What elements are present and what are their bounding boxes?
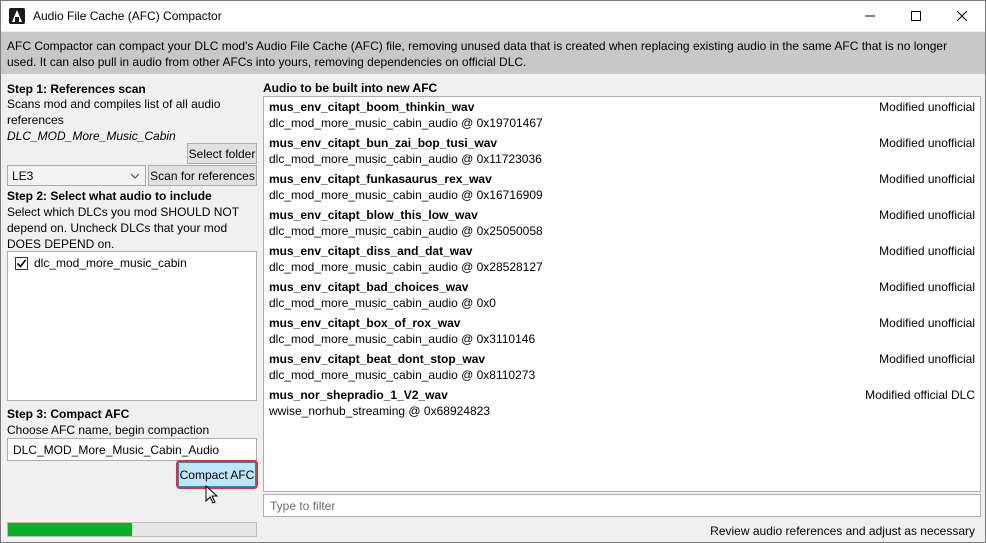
filter-input[interactable]: Type to filter — [263, 494, 981, 517]
status-text: Review audio references and adjust as ne… — [710, 524, 975, 538]
audio-list-heading: Audio to be built into new AFC — [263, 81, 438, 95]
chevron-down-icon — [131, 173, 139, 179]
audio-name: mus_env_citapt_bad_choices_wav — [269, 280, 469, 294]
step2-text: Select which DLCs you mod SHOULD NOT dep… — [7, 205, 239, 251]
maximize-icon — [911, 11, 921, 21]
dlc-name-label: dlc_mod_more_music_cabin — [34, 256, 187, 270]
dlc-checkbox[interactable] — [15, 256, 28, 270]
list-item[interactable]: mus_env_citapt_funkasaurus_rex_wav dlc_m… — [269, 169, 975, 205]
audio-status: Modified unofficial — [879, 280, 975, 294]
audio-reference: dlc_mod_more_music_cabin_audio @ 0x16716… — [269, 188, 543, 202]
audio-list[interactable]: mus_env_citapt_boom_thinkin_wav dlc_mod_… — [263, 96, 981, 492]
audio-status: Modified unofficial — [879, 172, 975, 186]
audio-name: mus_env_citapt_boom_thinkin_wav — [269, 100, 475, 114]
game-select-value: LE3 — [12, 168, 34, 183]
afc-name-input[interactable]: DLC_MOD_More_Music_Cabin_Audio — [7, 438, 257, 461]
mod-name-label: DLC_MOD_More_Music_Cabin — [7, 129, 176, 143]
audio-reference: dlc_mod_more_music_cabin_audio @ 0x11723… — [269, 152, 542, 166]
title-bar[interactable]: Audio File Cache (AFC) Compactor — [1, 1, 985, 31]
close-icon — [957, 11, 967, 21]
step3-text: Choose AFC name, begin compaction — [7, 423, 210, 437]
list-item[interactable]: mus_env_citapt_diss_and_dat_wav dlc_mod_… — [269, 241, 975, 277]
description-banner: AFC Compactor can compact your DLC mod's… — [1, 32, 985, 74]
audio-reference: dlc_mod_more_music_cabin_audio @ 0x31101… — [269, 332, 536, 346]
window-controls — [847, 1, 985, 31]
step3-heading: Step 3: Compact AFC — [7, 407, 130, 421]
checkmark-icon — [16, 259, 27, 268]
audio-reference: wwise_norhub_streaming @ 0x68924823 — [269, 404, 490, 418]
audio-reference: dlc_mod_more_music_cabin_audio @ 0x28528… — [269, 260, 543, 274]
app-logo-icon — [9, 8, 25, 24]
select-folder-button[interactable]: Select folder — [187, 143, 257, 164]
audio-name: mus_env_citapt_box_of_rox_wav — [269, 316, 461, 330]
audio-reference: dlc_mod_more_music_cabin_audio @ 0x25050… — [269, 224, 543, 238]
scan-references-button[interactable]: Scan for references — [148, 165, 257, 186]
list-item[interactable]: mus_env_citapt_bun_zai_bop_tusi_wav dlc_… — [269, 133, 975, 169]
step2-heading: Step 2: Select what audio to include — [7, 189, 212, 203]
audio-status: Modified unofficial — [879, 352, 975, 366]
audio-name: mus_env_citapt_funkasaurus_rex_wav — [269, 172, 492, 186]
audio-name: mus_env_citapt_bun_zai_bop_tusi_wav — [269, 136, 498, 150]
list-item[interactable]: mus_nor_shepradio_1_V2_wav wwise_norhub_… — [269, 385, 975, 421]
close-button[interactable] — [939, 1, 985, 31]
game-select[interactable]: LE3 — [7, 165, 146, 186]
list-item[interactable]: mus_env_citapt_beat_dont_stop_wav dlc_mo… — [269, 349, 975, 385]
audio-name: mus_env_citapt_beat_dont_stop_wav — [269, 352, 486, 366]
step1-text: Scans mod and compiles list of all audio… — [7, 97, 221, 127]
audio-name: mus_env_citapt_blow_this_low_wav — [269, 208, 478, 222]
step1-heading: Step 1: References scan — [7, 82, 146, 96]
progress-bar — [7, 522, 257, 537]
audio-status: Modified unofficial — [879, 208, 975, 222]
audio-name: mus_env_citapt_diss_and_dat_wav — [269, 244, 473, 258]
list-item[interactable]: dlc_mod_more_music_cabin — [15, 256, 187, 270]
audio-reference: dlc_mod_more_music_cabin_audio @ 0x81102… — [269, 368, 536, 382]
window-title: Audio File Cache (AFC) Compactor — [33, 9, 222, 23]
audio-status: Modified official DLC — [865, 388, 975, 402]
minimize-icon — [865, 15, 875, 17]
dlc-list[interactable]: dlc_mod_more_music_cabin — [7, 251, 257, 401]
audio-reference: dlc_mod_more_music_cabin_audio @ 0x19701… — [269, 116, 543, 130]
compact-afc-button[interactable]: Compact AFC — [178, 462, 256, 487]
main-window: Audio File Cache (AFC) Compactor AFC Com… — [0, 0, 986, 543]
list-item[interactable]: mus_env_citapt_boom_thinkin_wav dlc_mod_… — [269, 97, 975, 133]
maximize-button[interactable] — [893, 1, 939, 31]
minimize-button[interactable] — [847, 1, 893, 31]
list-item[interactable]: mus_env_citapt_blow_this_low_wav dlc_mod… — [269, 205, 975, 241]
mouse-pointer-icon — [205, 485, 219, 504]
list-item[interactable]: mus_env_citapt_box_of_rox_wav dlc_mod_mo… — [269, 313, 975, 349]
audio-status: Modified unofficial — [879, 136, 975, 150]
audio-status: Modified unofficial — [879, 100, 975, 114]
audio-name: mus_nor_shepradio_1_V2_wav — [269, 388, 448, 402]
list-item[interactable]: mus_env_citapt_bad_choices_wav dlc_mod_m… — [269, 277, 975, 313]
audio-status: Modified unofficial — [879, 316, 975, 330]
audio-status: Modified unofficial — [879, 244, 975, 258]
audio-reference: dlc_mod_more_music_cabin_audio @ 0x0 — [269, 296, 496, 310]
progress-fill — [8, 523, 132, 536]
